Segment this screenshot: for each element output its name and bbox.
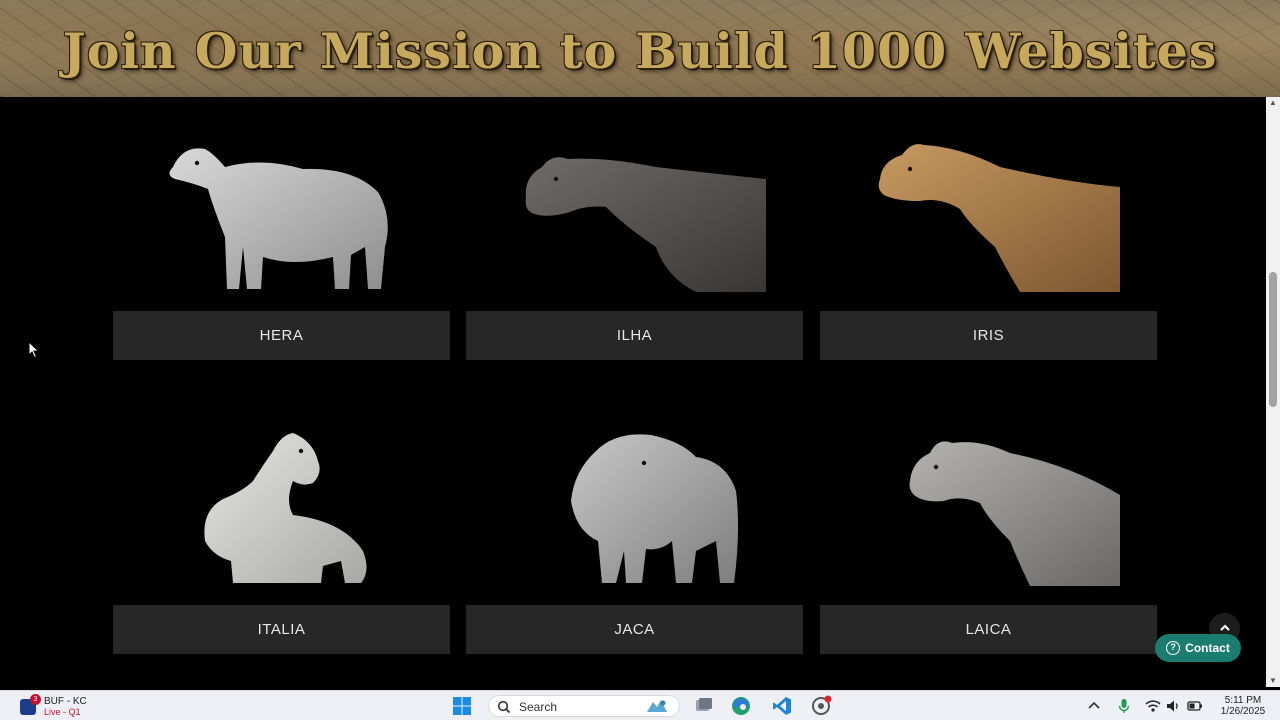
horse-image [204, 433, 367, 583]
clock-date: 1/26/2025 [1220, 706, 1266, 717]
chevron-up-icon[interactable] [1086, 695, 1102, 717]
horse-name-button[interactable]: LAICA [820, 605, 1157, 654]
screen: Join Our Mission to Build 1000 Websites … [0, 0, 1280, 720]
volume-icon[interactable] [1165, 695, 1181, 717]
contact-label: Contact [1185, 641, 1230, 655]
horse-image [169, 148, 388, 289]
horse-name-button[interactable]: ITALIA [113, 605, 450, 654]
horse-card-iris[interactable]: IRIS [820, 97, 1157, 360]
site-banner: Join Our Mission to Build 1000 Websites [0, 0, 1280, 97]
edge-browser-icon[interactable] [730, 695, 752, 717]
horse-name-button[interactable]: JACA [466, 605, 803, 654]
widget-title: BUF - KC [44, 696, 87, 707]
search-highlight-icon [647, 700, 667, 712]
help-circle-icon: ? [1166, 641, 1181, 655]
horse-image [878, 144, 1120, 292]
horse-image [909, 441, 1120, 586]
system-clock[interactable]: 5:11 PM 1/26/2025 [1212, 695, 1274, 718]
horse-silhouette [571, 434, 739, 583]
widget-subtitle: Live - Q1 [44, 707, 81, 717]
horse-silhouette [878, 144, 1120, 292]
horse-eye [553, 176, 559, 182]
horse-gallery: HERA ILHA IRIS ITALIA JACA LAICA [0, 97, 1266, 687]
horse-name-button[interactable]: HERA [113, 311, 450, 360]
windows-start-icon[interactable] [451, 695, 473, 717]
recording-app-icon[interactable] [810, 695, 832, 717]
search-icon [497, 700, 511, 714]
task-view-icon[interactable] [693, 695, 715, 717]
horse-silhouette [909, 441, 1120, 586]
horse-photo[interactable] [113, 97, 450, 292]
page-scrollbar[interactable]: ▲ ▼ [1266, 97, 1280, 687]
horse-card-jaca[interactable]: JACA [466, 391, 803, 654]
horse-name-button[interactable]: ILHA [466, 311, 803, 360]
horse-eye [907, 166, 913, 172]
contact-button[interactable]: ? Contact [1155, 634, 1241, 662]
horse-silhouette [525, 157, 766, 292]
chevron-up-icon [1219, 624, 1230, 631]
horse-photo[interactable] [466, 97, 803, 292]
horse-image [525, 157, 766, 292]
search-placeholder: Search [519, 700, 558, 714]
horse-eye [194, 160, 200, 166]
horse-image [571, 434, 739, 583]
horse-card-laica[interactable]: LAICA [820, 391, 1157, 654]
horse-silhouette [169, 148, 388, 289]
scroll-down-arrow-icon[interactable]: ▼ [1269, 677, 1277, 685]
horse-photo[interactable] [113, 391, 450, 586]
vscode-icon[interactable] [771, 695, 793, 717]
mouse-cursor-icon [28, 341, 40, 359]
sports-widget[interactable]: 3 BUF - KC Live - Q1 [18, 694, 108, 718]
horse-name-button[interactable]: IRIS [820, 311, 1157, 360]
horse-photo[interactable] [820, 97, 1157, 292]
battery-icon[interactable] [1186, 695, 1204, 717]
wifi-icon[interactable] [1144, 695, 1162, 717]
clock-time: 5:11 PM [1224, 695, 1262, 706]
windows-taskbar: 3 BUF - KC Live - Q1 Search 5:11 PM 1/26… [0, 690, 1280, 720]
taskbar-search[interactable]: Search [488, 695, 680, 717]
banner-title: Join Our Mission to Build 1000 Websites [62, 22, 1218, 80]
horse-eye [641, 460, 647, 466]
horse-eye [298, 448, 304, 454]
scroll-up-arrow-icon[interactable]: ▲ [1269, 99, 1277, 107]
horse-photo[interactable] [820, 391, 1157, 586]
horse-card-ilha[interactable]: ILHA [466, 97, 803, 360]
horse-photo[interactable] [466, 391, 803, 586]
microphone-icon[interactable] [1116, 695, 1132, 717]
horse-eye [933, 464, 939, 470]
scroll-thumb[interactable] [1269, 272, 1277, 407]
horse-card-italia[interactable]: ITALIA [113, 391, 450, 654]
notification-badge: 3 [30, 694, 41, 705]
horse-silhouette [204, 433, 367, 583]
horse-card-hera[interactable]: HERA [113, 97, 450, 360]
